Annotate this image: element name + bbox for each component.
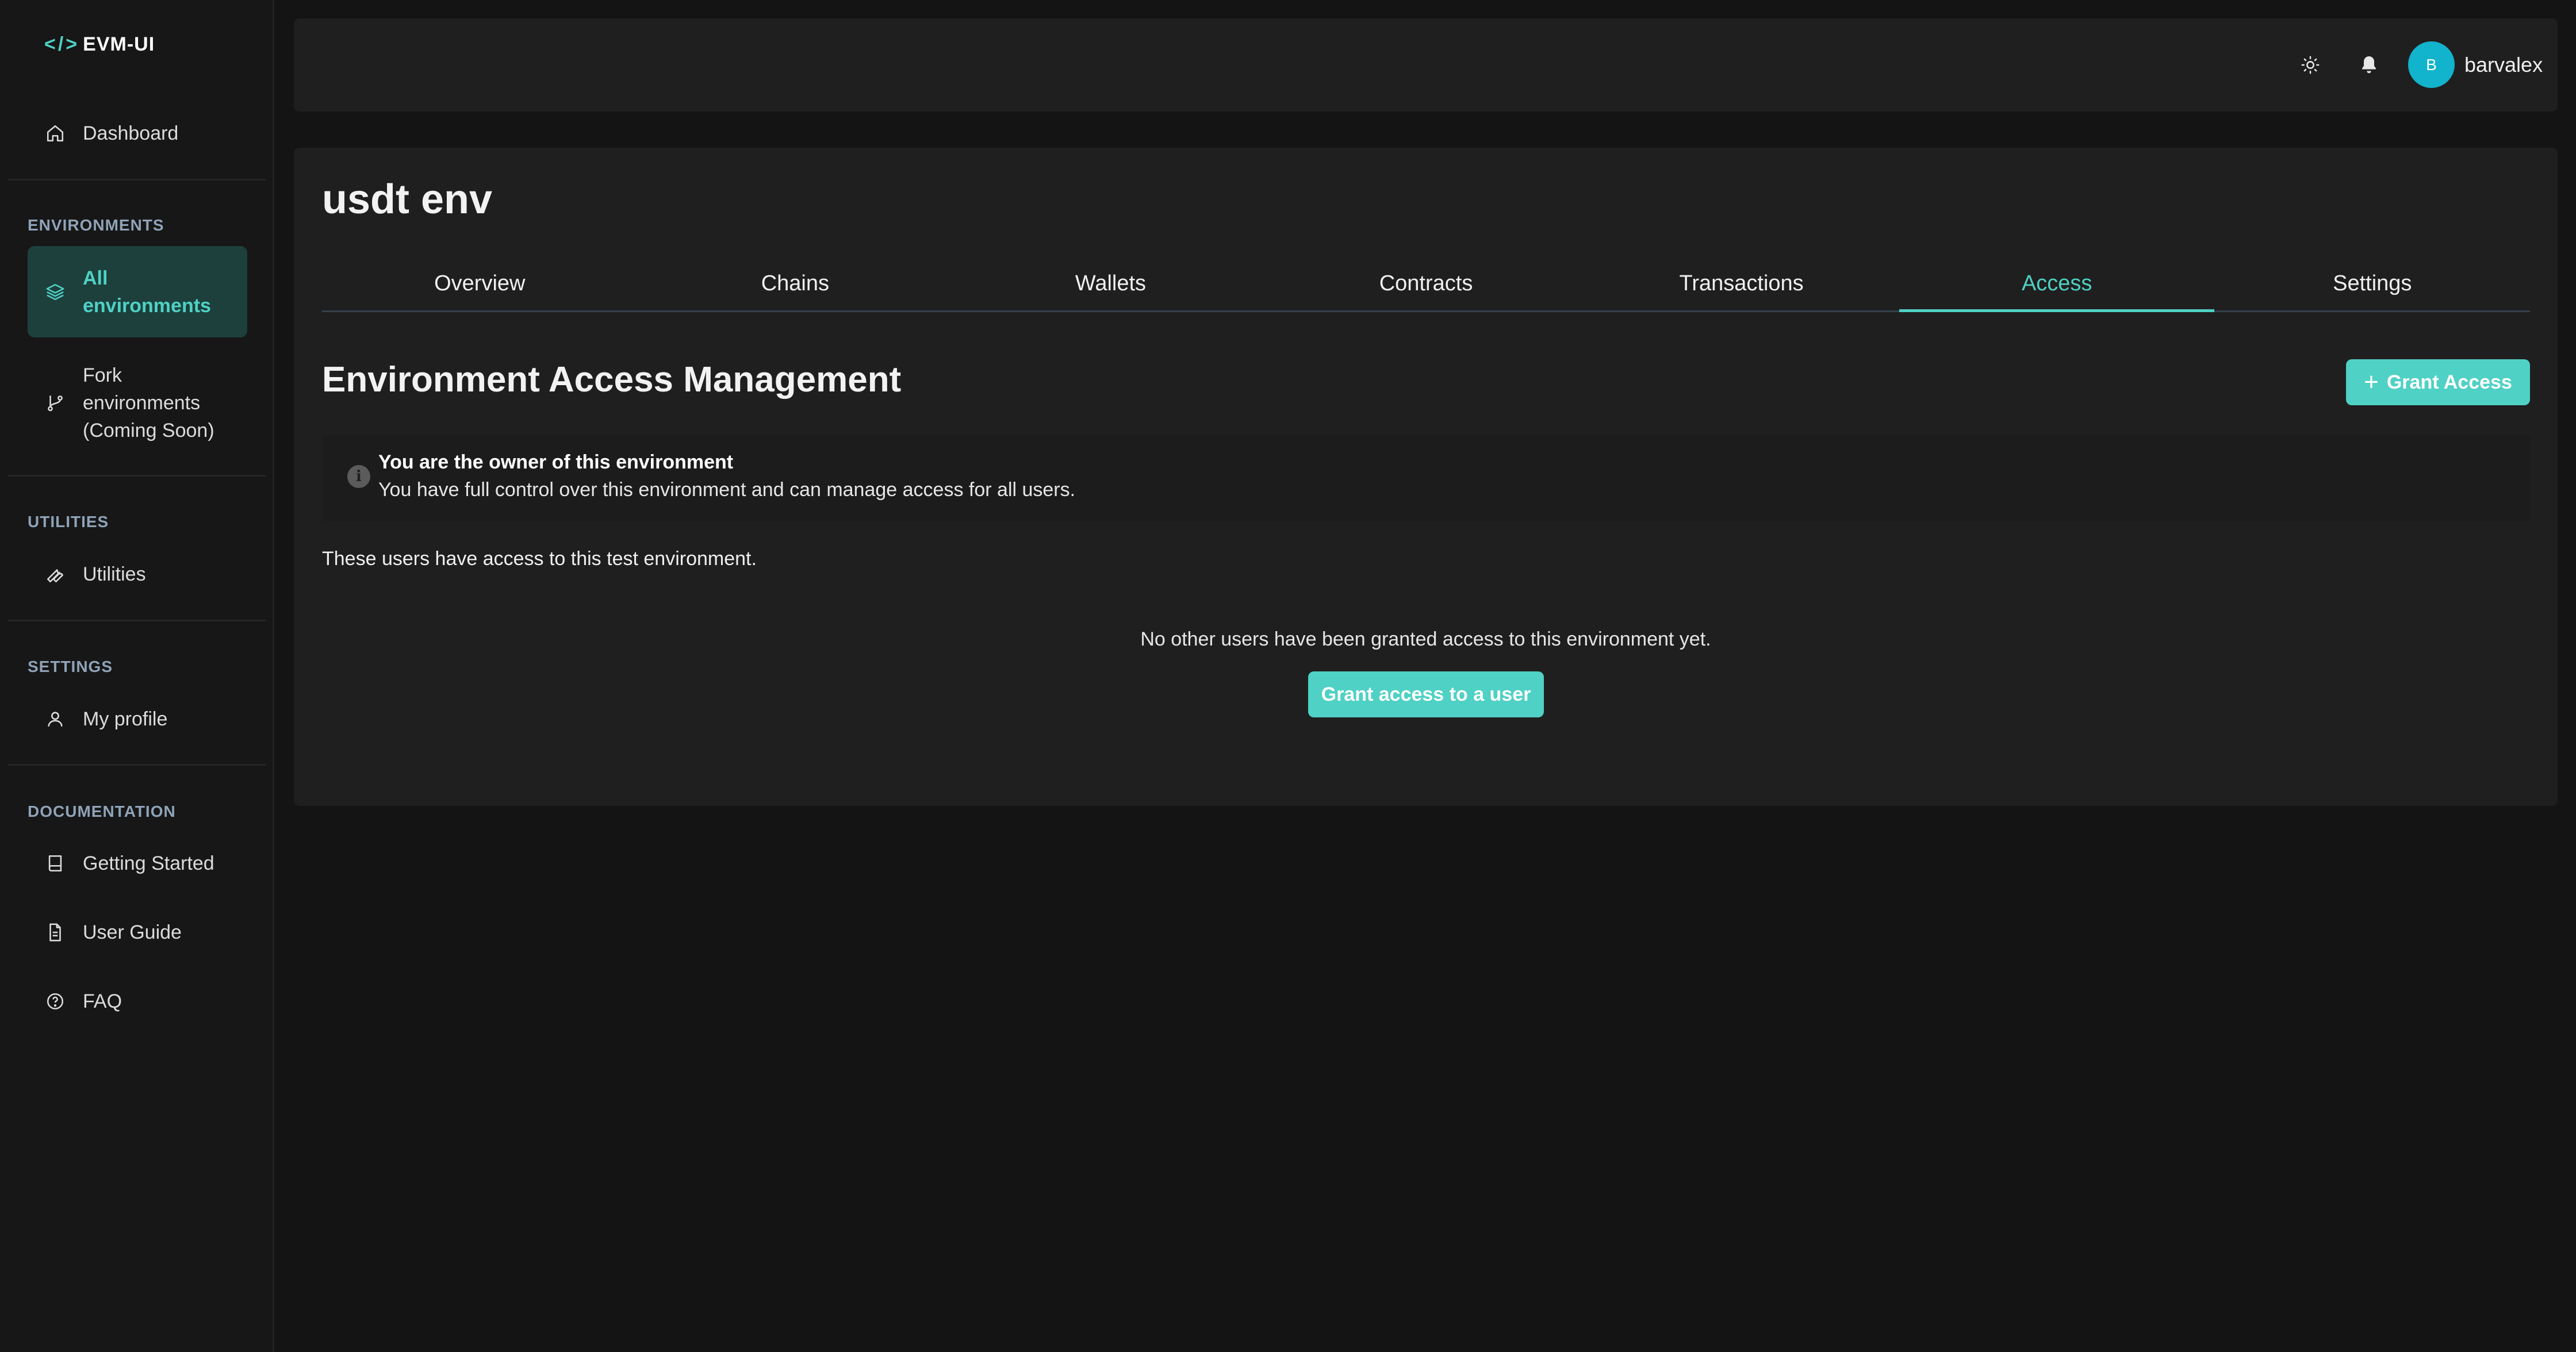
sidebar-item-getting-started[interactable]: Getting Started bbox=[28, 850, 247, 877]
info-icon: i bbox=[347, 465, 370, 488]
theme-toggle-sun-icon[interactable] bbox=[2298, 53, 2322, 77]
grant-access-button[interactable]: + Grant Access bbox=[2346, 359, 2530, 405]
tab-access[interactable]: Access bbox=[1899, 260, 2215, 312]
environment-card: usdt env Overview Chains Wallets Contrac… bbox=[294, 148, 2558, 806]
home-icon bbox=[28, 124, 83, 143]
tab-wallets[interactable]: Wallets bbox=[953, 260, 1268, 310]
notifications-bell-icon[interactable] bbox=[2357, 53, 2381, 77]
logo-code-icon: </> bbox=[44, 33, 80, 55]
environment-tabs: Overview Chains Wallets Contracts Transa… bbox=[322, 260, 2530, 312]
section-label-environments: ENVIRONMENTS bbox=[28, 216, 164, 234]
sidebar-item-dashboard[interactable]: Dashboard bbox=[28, 120, 247, 147]
tab-settings[interactable]: Settings bbox=[2214, 260, 2530, 310]
tab-overview[interactable]: Overview bbox=[322, 260, 638, 310]
layers-icon bbox=[28, 282, 83, 302]
username[interactable]: barvalex bbox=[2464, 51, 2543, 79]
top-header: B barvalex bbox=[294, 18, 2558, 112]
sidebar-item-label: Utilities bbox=[83, 563, 146, 585]
section-label-documentation: DOCUMENTATION bbox=[28, 802, 176, 820]
sidebar-item-label: User Guide bbox=[83, 921, 182, 943]
wrench-icon bbox=[28, 564, 83, 584]
sidebar-item-label: Getting Started bbox=[83, 852, 214, 874]
owner-title: You are the owner of this environment bbox=[378, 451, 734, 473]
grant-access-label: Grant Access bbox=[2386, 371, 2512, 393]
owner-info-box: i You are the owner of this environment … bbox=[322, 435, 2530, 521]
sidebar-item-label: My profile bbox=[83, 708, 168, 730]
sidebar-divider bbox=[8, 475, 266, 477]
app-logo[interactable]: </> EVM-UI bbox=[44, 33, 155, 56]
sidebar-item-fork-environments[interactable]: Fork environments (Coming Soon) bbox=[28, 360, 247, 446]
plus-icon: + bbox=[2364, 368, 2379, 396]
sidebar-divider bbox=[8, 620, 266, 621]
owner-description: You have full control over this environm… bbox=[378, 479, 1076, 501]
sidebar-item-faq[interactable]: FAQ bbox=[28, 988, 247, 1015]
sidebar-item-label: All environments bbox=[83, 267, 211, 317]
sidebar-item-user-guide[interactable]: User Guide bbox=[28, 919, 247, 946]
user-icon bbox=[28, 709, 83, 729]
sidebar: </> EVM-UI Dashboard ENVIRONMENTS All en… bbox=[0, 0, 274, 1352]
avatar[interactable]: B bbox=[2408, 41, 2455, 88]
section-title: Environment Access Management bbox=[322, 360, 902, 400]
git-branch-icon bbox=[28, 393, 83, 413]
logo-name: EVM-UI bbox=[83, 33, 155, 55]
book-icon bbox=[28, 854, 83, 873]
help-circle-icon bbox=[28, 992, 83, 1011]
sidebar-divider bbox=[8, 179, 266, 180]
sidebar-item-label: Fork environments (Coming Soon) bbox=[83, 364, 214, 441]
tab-transactions[interactable]: Transactions bbox=[1584, 260, 1899, 310]
empty-state-text: No other users have been granted access … bbox=[1140, 628, 1711, 650]
section-label-utilities: UTILITIES bbox=[28, 513, 109, 531]
sidebar-item-utilities[interactable]: Utilities bbox=[28, 560, 247, 588]
sidebar-item-my-profile[interactable]: My profile bbox=[28, 705, 247, 733]
section-label-settings: SETTINGS bbox=[28, 658, 113, 675]
sidebar-item-label: Dashboard bbox=[83, 122, 179, 144]
sidebar-item-label: FAQ bbox=[83, 990, 122, 1012]
page-title: usdt env bbox=[322, 176, 493, 222]
sidebar-divider bbox=[8, 764, 266, 766]
tab-chains[interactable]: Chains bbox=[638, 260, 953, 310]
file-text-icon bbox=[28, 923, 83, 942]
users-access-text: These users have access to this test env… bbox=[322, 548, 757, 570]
tab-contracts[interactable]: Contracts bbox=[1268, 260, 1584, 310]
grant-access-to-user-button[interactable]: Grant access to a user bbox=[1308, 671, 1544, 717]
sidebar-item-all-environments[interactable]: All environments bbox=[28, 246, 247, 337]
